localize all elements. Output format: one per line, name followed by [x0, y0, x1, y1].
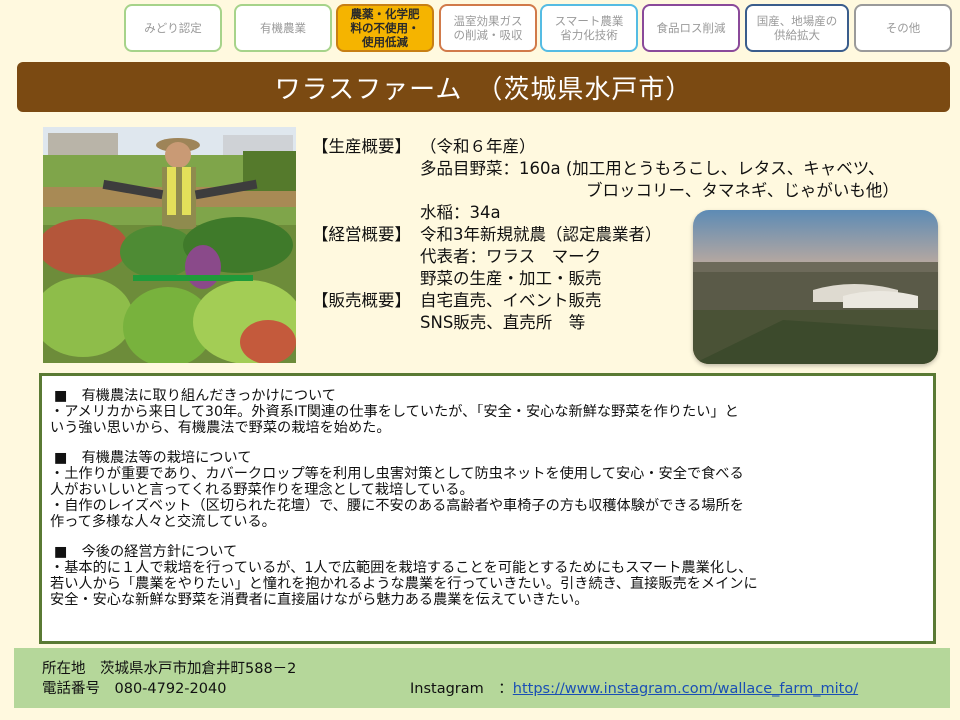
farmer-photo — [43, 127, 296, 363]
category-tabs: みどり認定 有機農業 農薬・化学肥 料の不使用・ 使用低減 温室効果ガス の削減… — [124, 4, 952, 54]
rice-area: 水稲：34a — [420, 203, 501, 222]
tab-pesticide-reduction[interactable]: 農薬・化学肥 料の不使用・ 使用低減 — [336, 4, 434, 52]
phone-number: 電話番号 080-4792-2040 — [42, 681, 227, 697]
paragraph-line: ・アメリカから来日して30年。外資系IT関連の仕事をしていたが、「安全・安心な新… — [50, 404, 739, 420]
paragraph-line: 安全・安心な新鮮な野菜を消費者に直接届けながら魅力ある農業を伝えていきたい。 — [50, 592, 589, 608]
section-heading: ■ 有機農法に取り組んだきっかけについて — [54, 388, 336, 404]
section-heading: ■ 有機農法等の栽培について — [54, 450, 252, 466]
paragraph-line: 若い人から「農業をやりたい」と憧れを抱かれるような農業を行っていきたい。引き続き… — [50, 576, 758, 592]
address: 所在地 茨城県水戸市加倉井町588－2 — [42, 661, 297, 677]
instagram-label: Instagram ： — [410, 681, 513, 697]
instagram-info: Instagram ：https://www.instagram.com/wal… — [410, 677, 858, 698]
paragraph-line: 作って多様な人々と交流している。 — [50, 514, 276, 530]
management-label: 【経営概要】 — [312, 225, 411, 244]
management-start: 令和3年新規就農（認定農業者） — [420, 225, 662, 244]
paragraph-line: ・基本的に１人で栽培を行っているが、1人で広範囲を栽培することを可能とするために… — [50, 560, 753, 576]
production-label: 【生産概要】 — [312, 137, 411, 156]
section-heading: ■ 今後の経営方針について — [54, 544, 238, 560]
representative: 代表者：ワラス マーク — [420, 247, 602, 266]
tab-other[interactable]: その他 — [854, 4, 952, 52]
vegetables-area: 多品目野菜：160a (加工用とうもろこし、レタス、キャベツ、 — [420, 159, 885, 178]
paragraph-line: 人がおいしいと言ってくれる野菜作りを理念として栽培している。 — [50, 482, 474, 498]
page-title: ワラスファーム （茨城県水戸市） — [274, 74, 693, 105]
business-type: 野菜の生産・加工・販売 — [420, 269, 602, 288]
tab-food-loss[interactable]: 食品ロス削減 — [642, 4, 740, 52]
vegetables-list: ブロッコリー、タマネギ、じゃがいも他） — [586, 181, 899, 200]
farm-overview: 【生産概要】 （令和６年産） 多品目野菜：160a (加工用とうもろこし、レタス… — [312, 136, 960, 334]
sales-channels-2: SNS販売、直売所 等 — [420, 313, 586, 332]
paragraph-line: いう強い思いから、有機農法で野菜の栽培を始めた。 — [50, 420, 391, 436]
story-box: ■ 有機農法に取り組んだきっかけについて ・アメリカから来日して30年。外資系I… — [39, 373, 936, 644]
production-year: （令和６年産） — [420, 137, 536, 156]
tab-domestic-supply[interactable]: 国産、地場産の 供給拡大 — [745, 4, 849, 52]
tab-organic-farming[interactable]: 有機農業 — [234, 4, 332, 52]
paragraph-line: ・自作のレイズベット（区切られた花壇）で、腰に不安のある高齢者や車椅子の方も収穫… — [50, 498, 744, 514]
sales-channels-1: 自宅直売、イベント販売 — [420, 291, 602, 310]
tab-greenhouse-gas[interactable]: 温室効果ガス の削減・吸収 — [439, 4, 537, 52]
contact-footer: 所在地 茨城県水戸市加倉井町588－2 電話番号 080-4792-2040 I… — [14, 648, 950, 708]
title-bar: ワラスファーム （茨城県水戸市） — [17, 62, 950, 112]
instagram-link[interactable]: https://www.instagram.com/wallace_farm_m… — [513, 681, 858, 697]
sales-label: 【販売概要】 — [312, 291, 411, 310]
tab-smart-agriculture[interactable]: スマート農業 省力化技術 — [540, 4, 638, 52]
paragraph-line: ・土作りが重要であり、カバークロップ等を利用し虫害対策として防虫ネットを使用して… — [50, 466, 744, 482]
tab-midori-certification[interactable]: みどり認定 — [124, 4, 222, 52]
